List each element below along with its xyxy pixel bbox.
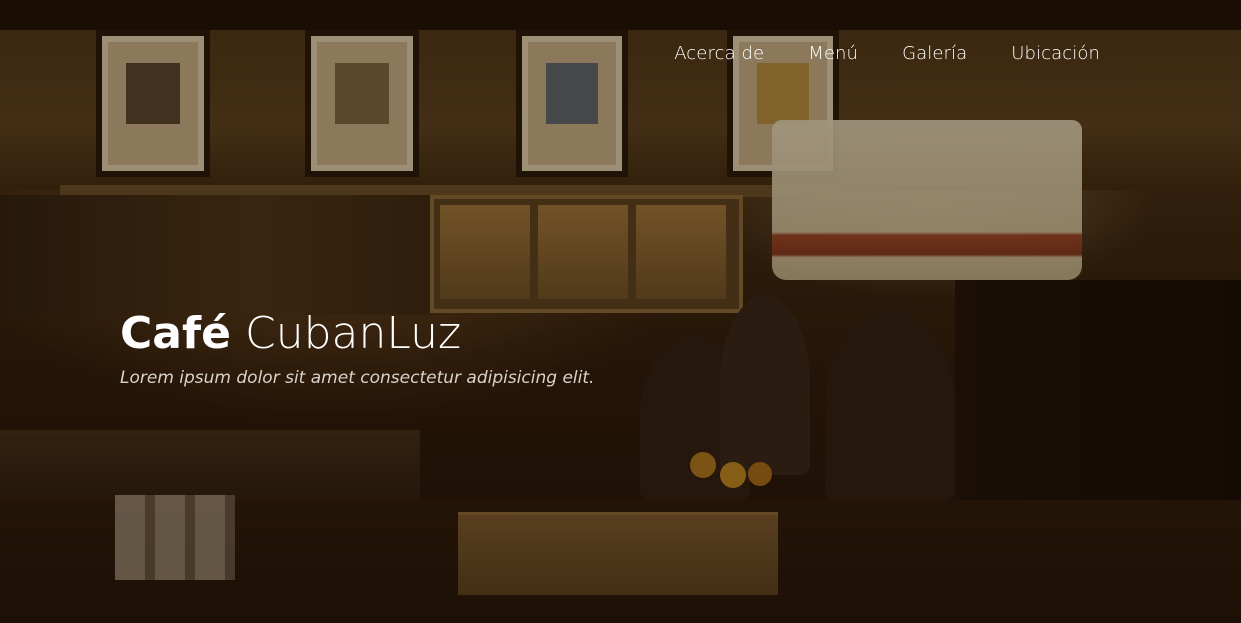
hero-title-light: CubanLuz [244,308,462,359]
nav-link-menu[interactable]: Menú [808,42,858,66]
nav-link-about[interactable]: Acerca de [674,42,764,66]
main-nav: Acerca de Menú Galería Ubicación [674,42,1100,66]
nav-link-location[interactable]: Ubicación [1011,42,1100,66]
nav-link-gallery[interactable]: Galería [902,42,967,66]
hero-title: Café CubanLuz [120,305,461,363]
hero-section: Acerca de Menú Galería Ubicación Café Cu… [0,0,1241,623]
hero-subtitle: Lorem ipsum dolor sit amet consectetur a… [120,368,595,388]
hero-title-bold: Café [120,308,231,359]
